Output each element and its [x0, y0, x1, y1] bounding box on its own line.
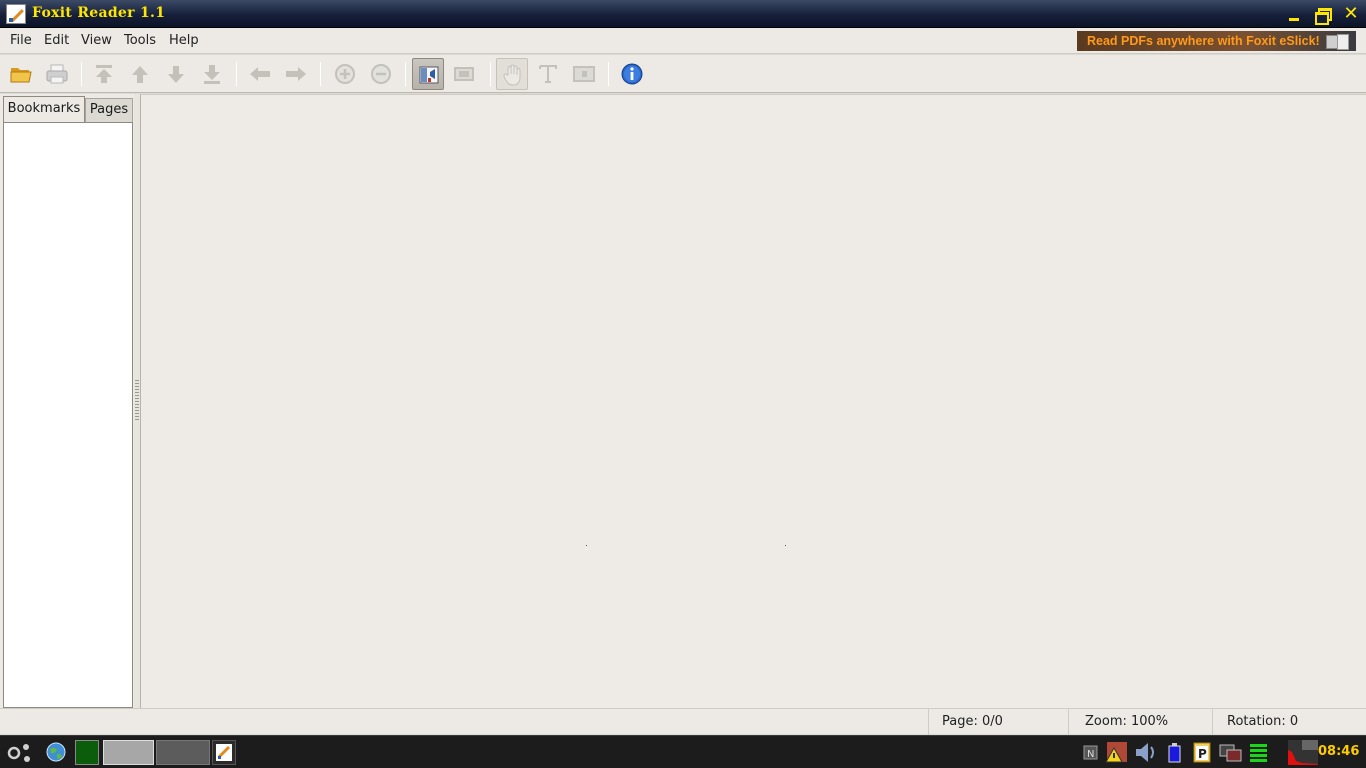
status-page: Page: 0/0: [942, 714, 1003, 729]
terminal-launcher[interactable]: [75, 740, 99, 765]
display-tray-button[interactable]: [1218, 740, 1244, 765]
zoom-in-button[interactable]: [329, 58, 361, 90]
load-graph-tray[interactable]: [1288, 740, 1318, 765]
foxit-app-icon[interactable]: [6, 4, 26, 24]
volume-tray-button[interactable]: [1133, 740, 1159, 765]
close-button[interactable]: ✕: [1341, 4, 1361, 24]
status-bar: Page: 0/0 Zoom: 100% Rotation: 0: [0, 708, 1366, 735]
previous-page-button[interactable]: [124, 58, 156, 90]
updates-tray-button[interactable]: [1103, 740, 1129, 765]
eslick-ad-banner[interactable]: Read PDFs anywhere with Foxit eSlick!: [1077, 31, 1356, 51]
first-page-button[interactable]: [88, 58, 120, 90]
minimize-button[interactable]: [1285, 4, 1305, 24]
hand-tool-icon: [503, 64, 521, 86]
zoom-out-button[interactable]: [365, 58, 397, 90]
workspace-2[interactable]: [156, 740, 210, 765]
print-icon: [46, 64, 68, 84]
snapshot-button[interactable]: [568, 58, 600, 90]
svg-text:N: N: [1087, 749, 1094, 760]
toolbar-separator: [405, 62, 406, 86]
monitors-icon: [1219, 744, 1242, 762]
network-icon: N: [1083, 745, 1098, 760]
start-menu-button[interactable]: [5, 740, 33, 765]
toolbar-separator: [81, 62, 82, 86]
go-back-icon: [250, 67, 270, 81]
status-rotation: Rotation: 0: [1227, 714, 1299, 729]
toolbar-separator: [320, 62, 321, 86]
full-screen-icon: [454, 67, 474, 81]
browser-launcher[interactable]: [43, 740, 69, 765]
about-info-icon: [621, 63, 643, 85]
print-button[interactable]: [41, 58, 73, 90]
about-info-button[interactable]: [616, 58, 648, 90]
clipboard-tray-button[interactable]: P: [1191, 740, 1213, 765]
clipboard-p-icon: P: [1193, 742, 1211, 763]
first-page-icon: [96, 65, 112, 83]
menu-edit[interactable]: Edit: [44, 33, 69, 48]
menu-tools[interactable]: Tools: [124, 33, 156, 48]
status-zoom: Zoom: 100%: [1085, 714, 1169, 729]
toolbar: [0, 55, 1366, 93]
last-page-icon: [204, 65, 220, 84]
warning-updates-icon: [1105, 742, 1127, 763]
splitter-grip[interactable]: [135, 380, 139, 420]
clock: 08:46: [1318, 744, 1360, 759]
system-menu-icon: [7, 744, 30, 762]
tab-pages[interactable]: Pages: [85, 98, 133, 122]
snapshot-icon: [573, 66, 595, 82]
document-speck: [586, 545, 587, 546]
window-title: Foxit Reader 1.1: [32, 5, 166, 21]
battery-icon: [1168, 743, 1181, 763]
svg-text:P: P: [1198, 747, 1207, 761]
cpu-meter-icon: [1250, 744, 1267, 762]
menu-file[interactable]: File: [10, 33, 32, 48]
zoom-in-icon: [335, 64, 355, 84]
toolbar-separator: [490, 62, 491, 86]
full-screen-button[interactable]: [448, 58, 480, 90]
bookmarks-panel-button[interactable]: [412, 58, 444, 90]
status-rotation-segment: Rotation: 0: [1212, 709, 1332, 735]
status-page-segment: Page: 0/0: [928, 709, 1068, 735]
open-icon: [10, 68, 32, 83]
bookmarks-panel-icon: [419, 66, 439, 84]
menu-bar: File Edit View Tools Help Read PDFs anyw…: [0, 28, 1366, 54]
workspace-1[interactable]: [103, 740, 154, 765]
go-back-button[interactable]: [244, 58, 276, 90]
load-graph-icon: [1288, 740, 1318, 765]
toolbar-separator: [608, 62, 609, 86]
next-page-icon: [168, 66, 184, 83]
open-button[interactable]: [5, 58, 37, 90]
navigation-panel: Bookmarks Pages: [0, 94, 138, 708]
taskbar-foxit-window[interactable]: [212, 740, 236, 765]
ereader-device-icon: [1324, 34, 1350, 50]
select-text-button[interactable]: [532, 58, 564, 90]
hand-tool-button[interactable]: [496, 58, 528, 90]
zoom-out-icon: [371, 64, 391, 84]
battery-tray-button[interactable]: [1165, 740, 1185, 765]
network-tray-button[interactable]: N: [1083, 740, 1099, 765]
document-speck: [785, 545, 786, 546]
bookmarks-list[interactable]: [3, 122, 133, 708]
toolbar-separator: [236, 62, 237, 86]
cpu-meter-tray[interactable]: [1248, 740, 1270, 765]
go-forward-icon: [286, 67, 306, 81]
taskbar: N P 08:46: [0, 735, 1366, 768]
tab-bookmarks[interactable]: Bookmarks: [3, 96, 85, 124]
last-page-button[interactable]: [196, 58, 228, 90]
previous-page-icon: [132, 66, 148, 83]
menu-help[interactable]: Help: [169, 33, 199, 48]
select-text-icon: [539, 65, 557, 83]
menu-view[interactable]: View: [81, 33, 112, 48]
status-zoom-segment: Zoom: 100%: [1068, 709, 1212, 735]
foxit-app-icon: [216, 744, 232, 761]
next-page-button[interactable]: [160, 58, 192, 90]
globe-icon: [46, 742, 66, 762]
document-view[interactable]: [140, 94, 1366, 708]
speaker-icon: [1136, 743, 1154, 762]
title-bar: Foxit Reader 1.1 ✕: [0, 0, 1366, 28]
go-forward-button[interactable]: [280, 58, 312, 90]
ad-banner-text: Read PDFs anywhere with Foxit eSlick!: [1087, 34, 1320, 48]
maximize-button[interactable]: [1313, 4, 1333, 25]
